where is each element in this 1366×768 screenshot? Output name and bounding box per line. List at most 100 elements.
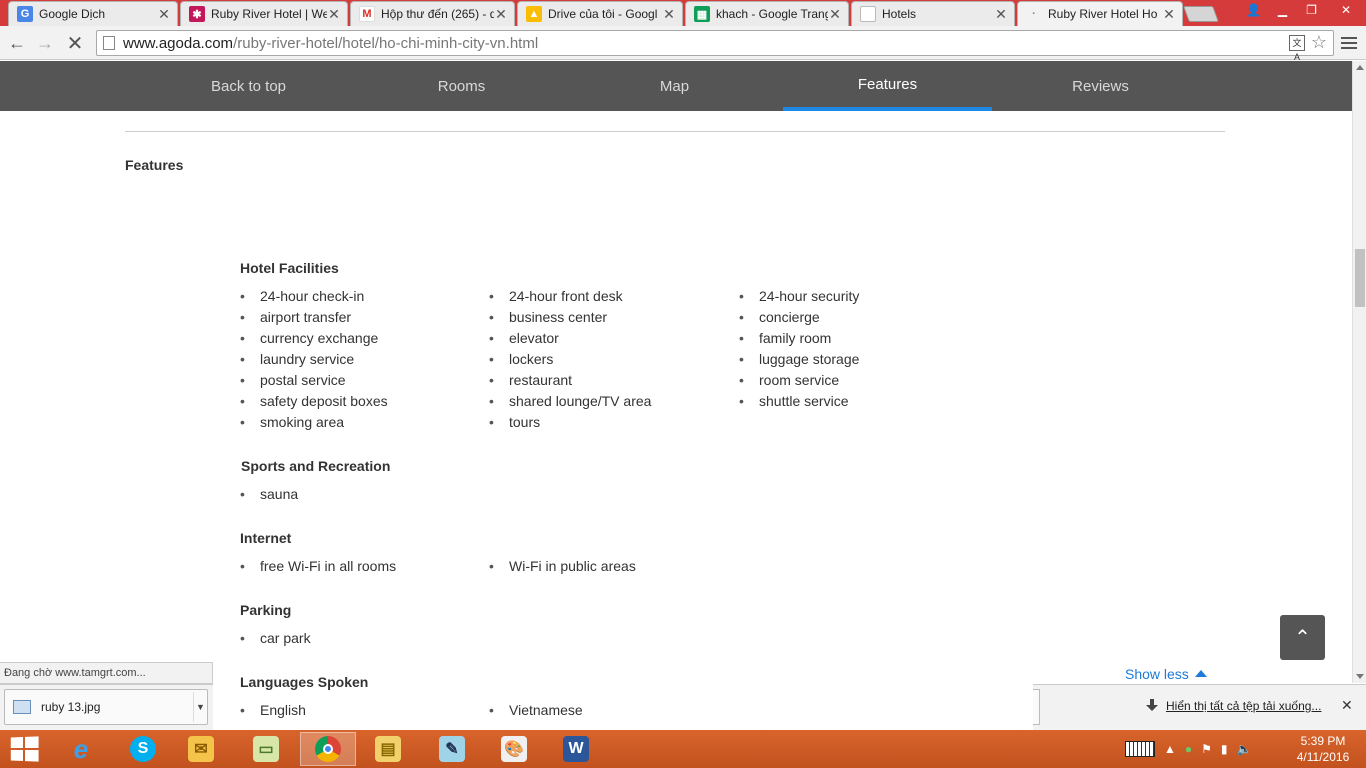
show-less-link[interactable]: Show less [1125,666,1207,682]
browser-tab-active[interactable]: · Ruby River Hotel Ho ✕ [1017,1,1183,26]
feature-item: airport transfer [240,309,351,325]
url-text: www.agoda.com/ruby-river-hotel/hotel/ho-… [123,35,538,52]
tab-title: Hotels [882,7,917,21]
new-tab-button[interactable] [1183,6,1219,22]
paint-icon[interactable]: 🎨 [486,732,542,766]
user-icon[interactable]: 👤 [1239,0,1268,20]
internet-explorer-icon[interactable]: e [53,732,109,766]
close-icon[interactable]: ✕ [157,6,171,23]
feature-item: car park [240,630,311,646]
minimize-button[interactable]: ▁ [1268,0,1297,20]
outlook-icon[interactable]: ✉ [173,732,229,766]
tab-strip: G Google Dịch ✕ ✱ Ruby River Hotel | We … [0,0,1366,26]
restore-button[interactable]: ❐ [1297,0,1326,20]
photos-icon[interactable]: ▭ [238,732,294,766]
stop-loading-icon[interactable]: ✕ [64,32,86,55]
nav-map[interactable]: Map [570,61,779,111]
status-bubble: Đang chờ www.tamgrt.com... [0,662,213,684]
scroll-to-top-button[interactable]: ⌃ [1280,615,1325,660]
notepad-icon[interactable]: ✎ [424,732,480,766]
bookmark-star-icon[interactable]: ☆ [1311,32,1327,53]
forward-arrow-icon[interactable]: → [34,32,56,54]
feature-item: Vietnamese [489,702,583,718]
address-bar[interactable]: www.agoda.com/ruby-river-hotel/hotel/ho-… [96,30,1334,62]
group-title-sports: Sports and Recreation [241,458,391,474]
network-icon[interactable]: ⚑ [1201,742,1212,756]
clock-time: 5:39 PM [1300,734,1346,748]
feature-item: laundry service [240,351,354,367]
show-all-downloads-label: Hiển thị tất cả tệp tải xuống... [1166,699,1322,713]
download-item-partial[interactable] [1032,689,1040,725]
feature-item: smoking area [240,414,344,430]
security-check-icon[interactable]: ● [1185,742,1192,756]
close-icon[interactable]: ✕ [1162,6,1176,23]
scrollbar-thumb[interactable] [1355,249,1365,307]
close-icon[interactable]: ✕ [494,6,508,23]
feature-item: English [240,702,306,718]
browser-tab[interactable]: ▦ khach - Google Trang ✕ [685,1,849,26]
download-icon [1146,699,1158,713]
group-title-hotel-facilities: Hotel Facilities [240,260,339,276]
back-arrow-icon[interactable]: ← [6,32,28,54]
window-close-button[interactable]: ✕ [1326,0,1366,20]
chevron-up-icon [1194,670,1207,677]
window-controls: 👤 ▁ ❐ ✕ [1239,0,1366,20]
nav-features[interactable]: Features [783,61,992,111]
browser-tab[interactable]: Hotels ✕ [851,1,1015,26]
feature-item: sauna [240,486,298,502]
file-explorer-icon[interactable]: ▤ [360,732,416,766]
chevron-down-icon[interactable]: ▼ [193,692,207,722]
browser-tab[interactable]: ✱ Ruby River Hotel | We ✕ [180,1,348,26]
page-icon [860,6,876,22]
chrome-icon[interactable] [300,732,356,766]
clock[interactable]: 5:39 PM 4/11/2016 [1290,733,1356,765]
scroll-down-arrow-icon[interactable] [1356,674,1364,679]
vertical-scrollbar[interactable] [1352,61,1366,683]
feature-item: restaurant [489,372,572,388]
google-translate-icon: G [17,6,33,22]
keyboard-icon[interactable] [1125,741,1155,757]
google-drive-icon: ▲ [526,6,542,22]
browser-tab[interactable]: ▲ Drive của tôi - Googl ✕ [517,1,683,26]
download-item[interactable]: ruby 13.jpg ▼ [4,689,208,725]
feature-item: luggage storage [739,351,859,367]
system-tray: ▲ ● ⚑ ▮ 🔈 [1125,730,1251,768]
clock-date: 4/11/2016 [1296,750,1350,764]
close-icon[interactable]: ✕ [828,6,842,23]
page-content: Features Hotel Facilities 24-hour check-… [0,111,1352,730]
page-info-icon[interactable] [103,36,115,50]
nav-rooms[interactable]: Rooms [357,61,566,111]
browser-toolbar: ← → ✕ www.agoda.com/ruby-river-hotel/hot… [0,26,1366,62]
show-all-downloads-link[interactable]: Hiển thị tất cả tệp tải xuống... [1146,699,1321,713]
agoda-icon: ✱ [189,6,205,22]
scroll-up-arrow-icon[interactable] [1356,65,1364,70]
feature-item: room service [739,372,839,388]
close-icon[interactable]: ✕ [662,6,676,23]
feature-item: business center [489,309,607,325]
word-icon[interactable]: W [548,732,604,766]
feature-item: shared lounge/TV area [489,393,651,409]
feature-item: family room [739,330,831,346]
google-sheets-icon: ▦ [694,6,710,22]
battery-icon[interactable]: ▮ [1221,742,1228,756]
close-icon[interactable]: ✕ [994,6,1008,23]
tab-title: Drive của tôi - Googl [548,7,658,21]
feature-item: lockers [489,351,553,367]
translate-icon[interactable]: 文A [1289,35,1305,62]
nav-reviews[interactable]: Reviews [996,61,1205,111]
close-icon[interactable]: ✕ [1341,697,1353,714]
browser-tab[interactable]: M Hộp thư đến (265) - d ✕ [350,1,515,26]
nav-back-to-top[interactable]: Back to top [144,61,353,111]
skype-icon[interactable]: S [115,732,171,766]
volume-icon[interactable]: 🔈 [1237,742,1252,756]
tab-title: Google Dịch [39,7,106,21]
chrome-menu-icon[interactable] [1340,34,1358,52]
close-icon[interactable]: ✕ [327,6,341,23]
taskbar: e S ✉ ▭ ▤ ✎ 🎨 W ▲ ● ⚑ ▮ 🔈 5:39 PM 4/11/2… [0,730,1366,768]
tab-title: Hộp thư đến (265) - d [381,7,494,21]
windows-start-icon[interactable] [10,736,39,762]
feature-item: shuttle service [739,393,848,409]
browser-tab[interactable]: G Google Dịch ✕ [8,1,178,26]
group-title-languages: Languages Spoken [240,674,369,690]
tray-up-arrow-icon[interactable]: ▲ [1164,742,1176,756]
